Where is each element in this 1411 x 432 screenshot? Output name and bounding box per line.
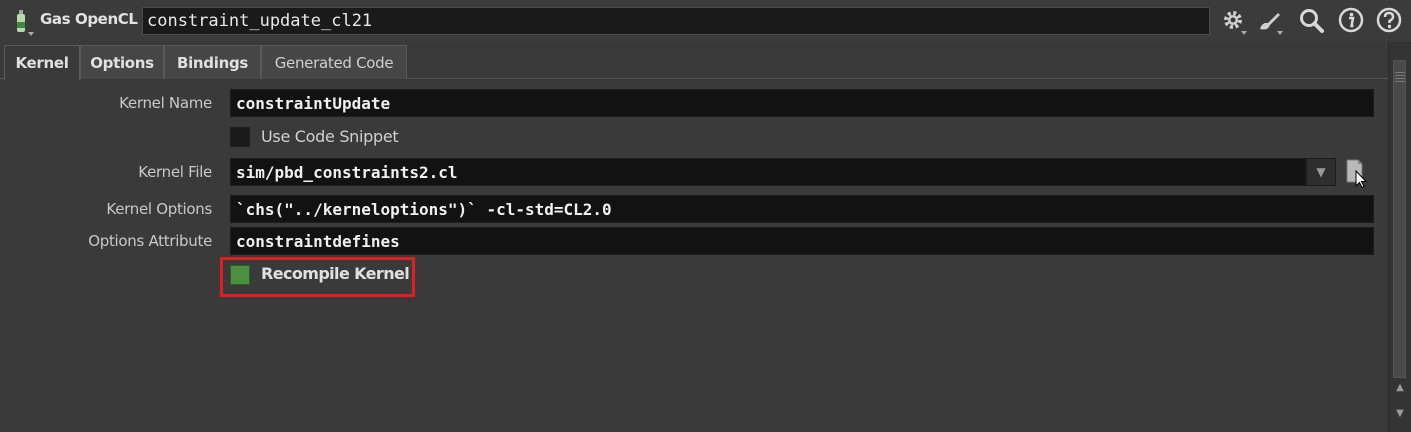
tab-bar: Kernel Options Bindings Generated Code [0, 42, 1388, 80]
kernel-file-field[interactable]: sim/pbd_constraints2.cl [230, 158, 1306, 186]
node-name-field[interactable]: constraint_update_cl21 [142, 7, 1210, 35]
kernel-file-dropdown-button[interactable]: ▼ [1306, 158, 1336, 186]
vertical-scrollbar[interactable]: ▲ ▼ [1388, 42, 1411, 432]
kernel-options-field[interactable]: `chs("../kerneloptions")` -cl-std=CL2.0 [230, 195, 1374, 223]
search-icon[interactable] [1298, 7, 1326, 35]
kernel-name-field[interactable]: constraintUpdate [230, 89, 1374, 117]
options-attribute-field[interactable]: constraintdefines [230, 227, 1374, 255]
node-type-label: Gas OpenCL [40, 10, 138, 28]
tab-options[interactable]: Options [80, 45, 164, 79]
scroll-up-arrow-icon[interactable]: ▲ [1394, 382, 1406, 394]
use-code-snippet-label[interactable]: Use Code Snippet [261, 127, 399, 146]
paint-brush-icon[interactable] [1256, 7, 1284, 35]
kernel-file-label: Kernel File [138, 163, 212, 181]
use-code-snippet-checkbox[interactable] [230, 127, 250, 147]
kernel-options-label: Kernel Options [106, 200, 212, 218]
file-chooser-icon[interactable] [1344, 158, 1370, 188]
gear-icon[interactable] [1220, 7, 1248, 35]
options-attribute-label: Options Attribute [88, 232, 212, 250]
help-icon[interactable] [1376, 7, 1404, 35]
scrollbar-thumb[interactable] [1393, 60, 1406, 378]
info-icon[interactable] [1337, 7, 1365, 35]
tab-bindings[interactable]: Bindings [164, 45, 261, 79]
scrollbar-grip-icon [1395, 72, 1405, 82]
kernel-name-label: Kernel Name [119, 94, 212, 112]
gas-cylinder-icon[interactable] [10, 8, 34, 38]
node-header: Gas OpenCL constraint_update_cl21 [0, 0, 1411, 42]
scroll-down-arrow-icon[interactable]: ▼ [1394, 408, 1406, 420]
recompile-kernel-highlight [220, 257, 415, 297]
tab-generated-code[interactable]: Generated Code [261, 45, 407, 79]
tab-kernel[interactable]: Kernel [4, 45, 80, 80]
